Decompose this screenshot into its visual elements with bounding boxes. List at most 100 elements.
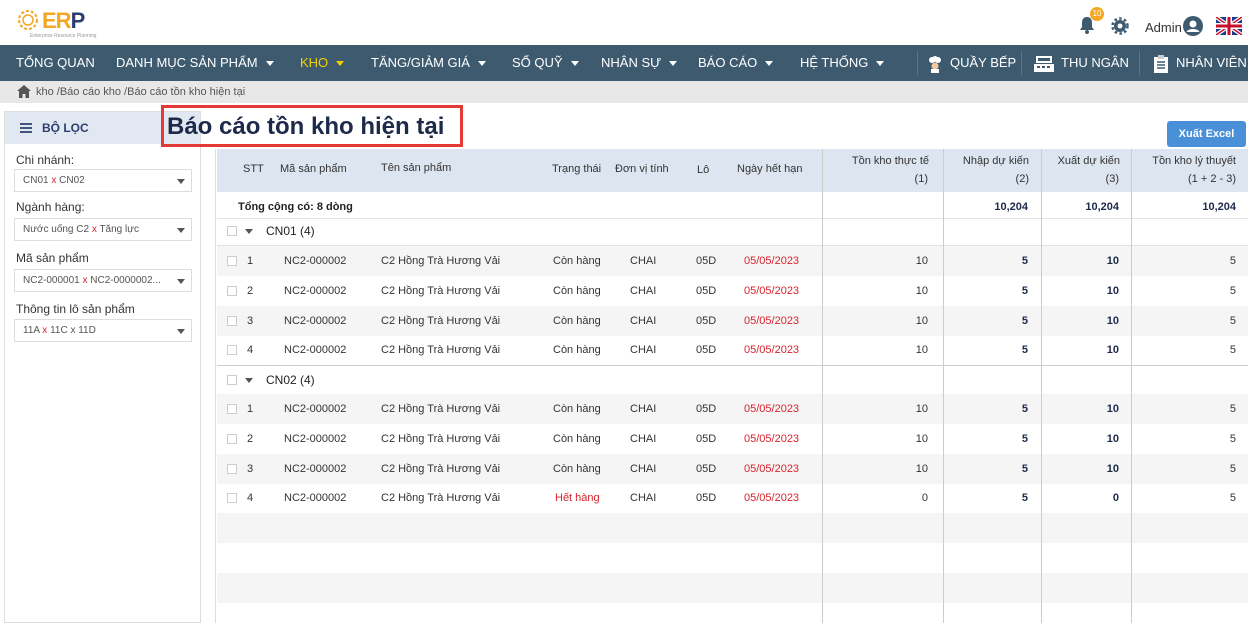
row-checkbox[interactable] bbox=[227, 434, 237, 444]
branch-select[interactable]: CN01 x CN02 bbox=[14, 169, 192, 192]
cell-name: C2 Hồng Trà Hương Vải bbox=[381, 344, 501, 356]
cell-name: C2 Hồng Trà Hương Vải bbox=[381, 315, 501, 327]
nav-tong-quan[interactable]: TỔNG QUAN bbox=[16, 45, 95, 81]
nav-label: NHÂN VIÊN bbox=[1176, 55, 1247, 70]
cell-name: C2 Hồng Trà Hương Vải bbox=[381, 403, 501, 415]
table-row[interactable]: 4 NC2-000002 C2 Hồng Trà Hương Vải Hết h… bbox=[217, 483, 1248, 513]
row-checkbox[interactable] bbox=[227, 464, 237, 474]
col-unit[interactable]: Đơn vị tính bbox=[615, 163, 669, 175]
home-icon[interactable] bbox=[17, 85, 31, 98]
row-checkbox[interactable] bbox=[227, 404, 237, 414]
cell-code: NC2-000002 bbox=[284, 344, 347, 356]
selected-tag: NC2-000001 bbox=[23, 275, 80, 286]
col-product-name[interactable]: Tên sản phẩm bbox=[381, 162, 451, 174]
column-divider bbox=[822, 149, 823, 623]
cell-stt: 1 bbox=[247, 255, 254, 267]
chevron-down-icon[interactable] bbox=[245, 229, 253, 234]
cell-stock: 10 bbox=[915, 463, 928, 475]
remove-tag-icon[interactable]: x bbox=[83, 275, 88, 286]
col-expiry[interactable]: Ngày hết hạn bbox=[737, 163, 802, 175]
col-expected-import-sub: (2) bbox=[1015, 173, 1029, 185]
chevron-down-icon bbox=[669, 61, 678, 67]
nav-bao-cao[interactable]: BÁO CÁO bbox=[698, 45, 774, 81]
cell-export: 0 bbox=[1112, 492, 1119, 504]
row-checkbox[interactable] bbox=[227, 345, 237, 355]
chevron-down-icon[interactable] bbox=[245, 378, 253, 383]
gear-logo-icon bbox=[18, 10, 38, 30]
col-expected-import[interactable]: Nhập dự kiến bbox=[939, 155, 1029, 167]
col-stt[interactable]: STT bbox=[243, 163, 264, 175]
cell-export: 10 bbox=[1106, 315, 1119, 327]
empty-row bbox=[217, 603, 1248, 633]
nav-nhan-vien[interactable]: NHÂN VIÊN bbox=[1152, 45, 1247, 81]
nav-nhan-su[interactable]: NHÂN SỰ bbox=[601, 45, 678, 81]
product-code-select[interactable]: NC2-000001 x NC2-0000002... bbox=[14, 269, 192, 292]
nav-so-quy[interactable]: SỔ QUỸ bbox=[512, 45, 579, 81]
table-row[interactable]: 1 NC2-000002 C2 Hồng Trà Hương Vải Còn h… bbox=[217, 394, 1248, 424]
nav-danh-muc-san-pham[interactable]: DANH MỤC SẢN PHẨM bbox=[116, 45, 274, 81]
col-lot[interactable]: Lô bbox=[697, 164, 709, 176]
table-row[interactable]: 4 NC2-000002 C2 Hồng Trà Hương Vải Còn h… bbox=[217, 335, 1248, 365]
row-checkbox[interactable] bbox=[227, 316, 237, 326]
table-row[interactable]: 3 NC2-000002 C2 Hồng Trà Hương Vải Còn h… bbox=[217, 306, 1248, 336]
user-name[interactable]: Admin bbox=[1145, 20, 1182, 35]
cell-lot: 05D bbox=[696, 255, 717, 267]
group-row-cn01[interactable]: CN01 (4) bbox=[217, 217, 1248, 246]
cell-export: 10 bbox=[1106, 433, 1119, 445]
selected-tag: 11C bbox=[50, 325, 68, 336]
col-status[interactable]: Trạng thái bbox=[552, 163, 601, 175]
nav-tang-giam-gia[interactable]: TĂNG/GIẢM GIÁ bbox=[371, 45, 486, 81]
hamburger-menu-icon bbox=[20, 123, 32, 133]
chevron-down-icon bbox=[477, 61, 486, 67]
selected-tag: 11A bbox=[23, 325, 40, 336]
breadcrumb-path[interactable]: kho /Báo cáo kho /Báo cáo tồn kho hiện t… bbox=[36, 86, 245, 98]
group-row-cn02[interactable]: CN02 (4) bbox=[217, 366, 1248, 395]
cell-theory: 5 bbox=[1229, 285, 1236, 297]
cell-name: C2 Hồng Trà Hương Vải bbox=[381, 492, 501, 504]
cell-export: 10 bbox=[1106, 344, 1119, 356]
erp-logo[interactable]: ERP Enterprise Resource Planning bbox=[14, 6, 96, 40]
remove-tag-icon[interactable]: x bbox=[51, 175, 56, 186]
cell-stt: 3 bbox=[247, 315, 254, 327]
cell-code: NC2-000002 bbox=[284, 285, 347, 297]
cell-stt: 2 bbox=[247, 285, 254, 297]
table-row[interactable]: 1 NC2-000002 C2 Hồng Trà Hương Vải Còn h… bbox=[217, 246, 1248, 276]
table-row[interactable]: 2 NC2-000002 C2 Hồng Trà Hương Vải Còn h… bbox=[217, 424, 1248, 454]
cell-unit: CHAI bbox=[630, 492, 657, 504]
row-checkbox[interactable] bbox=[227, 256, 237, 266]
cell-status: Còn hàng bbox=[553, 285, 601, 297]
cell-lot: 05D bbox=[696, 463, 717, 475]
row-checkbox[interactable] bbox=[227, 493, 237, 503]
col-actual-stock[interactable]: Tồn kho thực tế bbox=[829, 155, 929, 167]
cell-theory: 5 bbox=[1229, 433, 1236, 445]
nav-thu-ngan[interactable]: THU NGÂN bbox=[1033, 45, 1129, 81]
col-theoretical-stock[interactable]: Tồn kho lý thuyết bbox=[1135, 155, 1236, 167]
lot-info-select[interactable]: 11A x 11C x 11D bbox=[14, 319, 192, 342]
nav-he-thong[interactable]: HỆ THỐNG bbox=[800, 45, 885, 81]
group-checkbox[interactable] bbox=[227, 375, 237, 385]
col-product-code[interactable]: Mã sản phẩm bbox=[280, 163, 347, 175]
group-checkbox[interactable] bbox=[227, 226, 237, 236]
nav-quay-bep[interactable]: QUẦY BẾP bbox=[926, 45, 1016, 81]
row-checkbox[interactable] bbox=[227, 286, 237, 296]
cell-theory: 5 bbox=[1229, 403, 1236, 415]
nav-kho[interactable]: KHO bbox=[300, 45, 345, 81]
settings-gear-icon[interactable] bbox=[1111, 17, 1129, 35]
chef-icon bbox=[929, 55, 941, 73]
cell-theory: 5 bbox=[1229, 344, 1236, 356]
cell-expiry: 05/05/2023 bbox=[744, 315, 800, 327]
table-row[interactable]: 3 NC2-000002 C2 Hồng Trà Hương Vải Còn h… bbox=[217, 454, 1248, 484]
table-row[interactable]: 2 NC2-000002 C2 Hồng Trà Hương Vải Còn h… bbox=[217, 276, 1248, 306]
uk-flag-icon[interactable] bbox=[1216, 17, 1242, 35]
col-expected-export[interactable]: Xuất dự kiến bbox=[1031, 155, 1120, 167]
remove-tag-icon[interactable]: x bbox=[42, 325, 47, 336]
cell-import: 5 bbox=[1021, 463, 1028, 475]
remove-tag-icon[interactable]: x bbox=[92, 224, 97, 235]
export-excel-button[interactable]: Xuất Excel bbox=[1167, 121, 1246, 147]
cell-stt: 3 bbox=[247, 463, 254, 475]
cell-export: 10 bbox=[1106, 255, 1119, 267]
cell-lot: 05D bbox=[696, 344, 717, 356]
cell-stt: 1 bbox=[247, 403, 254, 415]
user-avatar-icon[interactable] bbox=[1183, 16, 1203, 36]
category-select[interactable]: Nước uống C2 x Tăng lực bbox=[14, 218, 192, 241]
